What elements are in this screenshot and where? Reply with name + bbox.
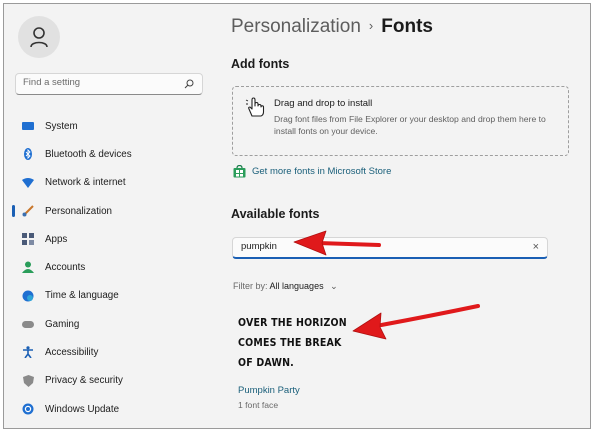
clear-search-icon[interactable]: × bbox=[533, 241, 539, 253]
sidebar-item-accessibility[interactable]: Accessibility bbox=[4, 338, 214, 366]
search-icon[interactable] bbox=[184, 79, 194, 89]
sidebar-item-label: Personalization bbox=[45, 205, 112, 217]
sidebar-item-label: Accessibility bbox=[45, 347, 99, 359]
find-setting-input[interactable] bbox=[23, 77, 183, 88]
sidebar-item-label: Gaming bbox=[45, 318, 80, 330]
monitor-icon bbox=[22, 120, 34, 132]
gamepad-icon bbox=[22, 318, 34, 330]
find-setting-search[interactable] bbox=[15, 73, 203, 95]
sidebar-item-label: System bbox=[45, 120, 78, 132]
font-preview-line: Over the horizon bbox=[238, 317, 347, 329]
sidebar-item-accounts[interactable]: Accounts bbox=[4, 253, 214, 281]
sidebar-item-personalization[interactable]: Personalization bbox=[4, 197, 214, 225]
breadcrumb-separator: › bbox=[368, 18, 374, 33]
font-preview-line: comes the break bbox=[238, 337, 342, 349]
microsoft-store-link[interactable]: Get more fonts in Microsoft Store bbox=[233, 165, 391, 178]
drop-description: Drag font files from File Explorer or yo… bbox=[274, 114, 546, 136]
sidebar-item-label: Bluetooth & devices bbox=[45, 148, 132, 160]
sidebar-item-network[interactable]: Network & internet bbox=[4, 169, 214, 197]
accessibility-icon bbox=[22, 346, 34, 359]
available-fonts-heading: Available fonts bbox=[231, 207, 320, 221]
chevron-down-icon[interactable]: ⌄ bbox=[330, 281, 338, 291]
settings-window: System Bluetooth & devices Network & int… bbox=[3, 3, 591, 429]
drop-title: Drag and drop to install bbox=[274, 98, 373, 109]
font-preview[interactable]: Over the horizon comes the break of dawn… bbox=[238, 313, 378, 373]
sidebar-item-privacy[interactable]: Privacy & security bbox=[4, 367, 214, 395]
drag-hand-icon bbox=[245, 97, 265, 117]
sidebar-item-bluetooth[interactable]: Bluetooth & devices bbox=[4, 140, 214, 168]
filter-value[interactable]: All languages bbox=[270, 281, 324, 291]
sidebar-item-label: Apps bbox=[45, 233, 68, 245]
wifi-icon bbox=[22, 177, 34, 189]
active-indicator bbox=[12, 204, 15, 217]
sidebar-item-label: Network & internet bbox=[45, 177, 126, 189]
filter-label: Filter by: bbox=[233, 281, 268, 291]
sidebar-item-gaming[interactable]: Gaming bbox=[4, 310, 214, 338]
user-avatar[interactable] bbox=[18, 16, 60, 58]
brush-icon bbox=[22, 205, 34, 217]
person-icon bbox=[30, 27, 48, 48]
globe-clock-icon bbox=[22, 290, 34, 302]
font-search-input[interactable] bbox=[241, 241, 491, 252]
sidebar-item-system[interactable]: System bbox=[4, 112, 214, 140]
sidebar-item-label: Windows Update bbox=[45, 403, 120, 415]
apps-icon bbox=[22, 233, 34, 246]
font-face-count: 1 font face bbox=[238, 400, 279, 410]
sync-icon bbox=[22, 403, 34, 415]
person-icon bbox=[22, 261, 34, 274]
store-link-label[interactable]: Get more fonts in Microsoft Store bbox=[252, 166, 391, 177]
font-search-box[interactable]: × bbox=[232, 237, 548, 259]
font-drop-zone[interactable]: Drag and drop to install Drag font files… bbox=[232, 86, 569, 156]
store-icon bbox=[233, 165, 246, 178]
font-preview-line: of dawn. bbox=[238, 357, 294, 369]
font-name-link[interactable]: Pumpkin Party bbox=[238, 385, 300, 396]
language-filter[interactable]: Filter by: All languages ⌄ bbox=[233, 281, 338, 292]
add-fonts-heading: Add fonts bbox=[231, 57, 290, 71]
sidebar-item-time-language[interactable]: Time & language bbox=[4, 282, 214, 310]
sidebar-item-apps[interactable]: Apps bbox=[4, 225, 214, 253]
shield-icon bbox=[22, 374, 34, 387]
sidebar-item-label: Accounts bbox=[45, 262, 86, 274]
breadcrumb: Personalization › Fonts bbox=[231, 16, 433, 38]
sidebar-item-windows-update[interactable]: Windows Update bbox=[4, 395, 214, 423]
sidebar-nav: System Bluetooth & devices Network & int… bbox=[4, 112, 214, 423]
bluetooth-icon bbox=[22, 148, 34, 161]
sidebar-item-label: Time & language bbox=[45, 290, 119, 302]
sidebar-item-label: Privacy & security bbox=[45, 375, 123, 387]
breadcrumb-parent[interactable]: Personalization bbox=[231, 16, 361, 37]
page-title: Fonts bbox=[381, 16, 433, 37]
